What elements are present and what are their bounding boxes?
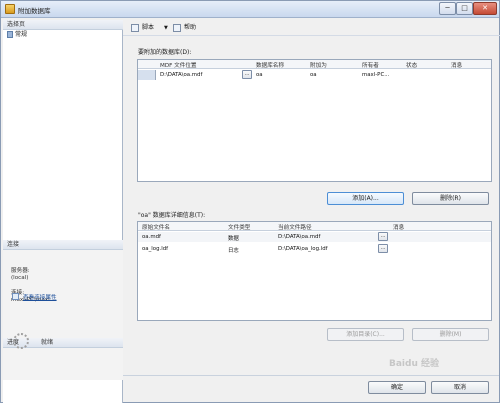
file-path-cell[interactable]: D:\DATA\oa.mdf bbox=[278, 234, 320, 240]
col-current-file-path: 当前文件路径 bbox=[278, 225, 312, 231]
row-selector[interactable] bbox=[138, 70, 156, 80]
nav-item-label: 常规 bbox=[15, 31, 28, 38]
file-name-cell: oa_log.ldf bbox=[142, 246, 169, 252]
progress-status: 就绪 bbox=[41, 339, 54, 346]
browse-file-button[interactable]: ... bbox=[378, 232, 388, 241]
file-path-cell[interactable]: D:\DATA\oa_log.ldf bbox=[278, 246, 328, 252]
help-label: 帮助 bbox=[184, 24, 197, 31]
database-name-cell[interactable]: oa bbox=[256, 72, 263, 78]
progress-spinner-icon bbox=[13, 333, 29, 349]
title-bar: 附加数据库 ─ □ ✕ bbox=[1, 1, 499, 18]
database-details-grid: 原始文件名 文件类型 当前文件路径 消息 oa.mdf 数据 D:\DATA\o… bbox=[137, 221, 492, 321]
attach-databases-grid: MDF 文件位置 数据库名称 附加为 所有者 状态 消息 D:\DATA\oa.… bbox=[137, 59, 492, 182]
view-connection-properties-link[interactable]: 查看连接属性 bbox=[23, 293, 57, 301]
col-details-message: 消息 bbox=[393, 225, 405, 231]
connection-area: 连接 服务器: (local) 连接: maxl-PC\maxl 进度 bbox=[3, 240, 123, 380]
attach-databases-label: 要附加的数据库(D): bbox=[138, 49, 192, 56]
script-label: 脚本 bbox=[142, 24, 155, 31]
file-type-cell: 数据 bbox=[228, 236, 239, 242]
script-icon bbox=[131, 24, 139, 32]
grid-header: 原始文件名 文件类型 当前文件路径 消息 bbox=[138, 222, 491, 231]
script-dropdown-arrow-icon[interactable]: ▼ bbox=[164, 25, 168, 31]
database-details-label: "oa" 数据库详细信息(T): bbox=[138, 212, 206, 219]
close-button[interactable]: ✕ bbox=[473, 2, 497, 15]
server-label: 服务器: bbox=[11, 268, 30, 274]
col-status: 状态 bbox=[406, 63, 418, 69]
footer-divider bbox=[123, 375, 499, 376]
nav-item-general[interactable]: 常规 bbox=[7, 30, 119, 40]
table-row[interactable]: oa_log.ldf 日志 D:\DATA\oa_log.ldf ... bbox=[138, 244, 491, 254]
attach-database-window: 附加数据库 ─ □ ✕ 选择页 常规 连接 服务器: (local) 连接: m… bbox=[0, 0, 500, 403]
help-button[interactable]: 帮助 bbox=[173, 22, 196, 33]
col-original-file-name: 原始文件名 bbox=[142, 225, 170, 231]
watermark: Baidu 经验 bbox=[389, 359, 440, 369]
server-value: (local) bbox=[11, 275, 29, 281]
add-catalog-button[interactable]: 添加目录(C)... bbox=[327, 328, 404, 341]
toolbar-divider bbox=[123, 35, 500, 36]
browse-mdf-button[interactable]: ... bbox=[242, 70, 252, 79]
cancel-button[interactable]: 取消 bbox=[431, 381, 489, 394]
toolbar: 脚本 ▼ 帮助 bbox=[127, 21, 497, 35]
add-button[interactable]: 添加(A)... bbox=[327, 192, 404, 205]
maximize-button[interactable]: □ bbox=[456, 2, 473, 15]
help-icon bbox=[173, 24, 181, 32]
ok-button[interactable]: 确定 bbox=[368, 381, 426, 394]
col-message: 消息 bbox=[451, 63, 463, 69]
table-row[interactable]: oa.mdf 数据 D:\DATA\oa.mdf ... bbox=[138, 232, 491, 242]
table-row[interactable]: D:\DATA\oa.mdf ... oa oa maxl-PC... bbox=[138, 70, 491, 80]
select-page-header: 选择页 bbox=[3, 20, 123, 30]
script-button[interactable]: 脚本 bbox=[131, 22, 154, 33]
grid-header: MDF 文件位置 数据库名称 附加为 所有者 状态 消息 bbox=[138, 60, 491, 69]
remove-file-button[interactable]: 删除(M) bbox=[412, 328, 489, 341]
col-mdf-location: MDF 文件位置 bbox=[160, 63, 197, 69]
browse-file-button[interactable]: ... bbox=[378, 244, 388, 253]
file-name-cell: oa.mdf bbox=[142, 234, 161, 240]
owner-cell[interactable]: maxl-PC... bbox=[362, 72, 389, 78]
col-attach-as: 附加为 bbox=[310, 63, 327, 69]
connection-header: 连接 bbox=[3, 240, 123, 250]
mdf-path-cell: D:\DATA\oa.mdf bbox=[160, 72, 203, 78]
minimize-button[interactable]: ─ bbox=[439, 2, 456, 15]
col-database-name: 数据库名称 bbox=[256, 63, 284, 69]
col-owner: 所有者 bbox=[362, 63, 379, 69]
col-file-type: 文件类型 bbox=[228, 225, 251, 231]
remove-button[interactable]: 删除(R) bbox=[412, 192, 489, 205]
page-icon bbox=[7, 31, 13, 38]
window-title: 附加数据库 bbox=[18, 7, 51, 15]
properties-icon bbox=[12, 293, 19, 300]
attach-as-cell[interactable]: oa bbox=[310, 72, 317, 78]
left-panel: 选择页 常规 连接 服务器: (local) 连接: maxl-PC\maxl … bbox=[3, 20, 123, 403]
file-type-cell: 日志 bbox=[228, 248, 239, 254]
database-icon bbox=[5, 4, 15, 14]
